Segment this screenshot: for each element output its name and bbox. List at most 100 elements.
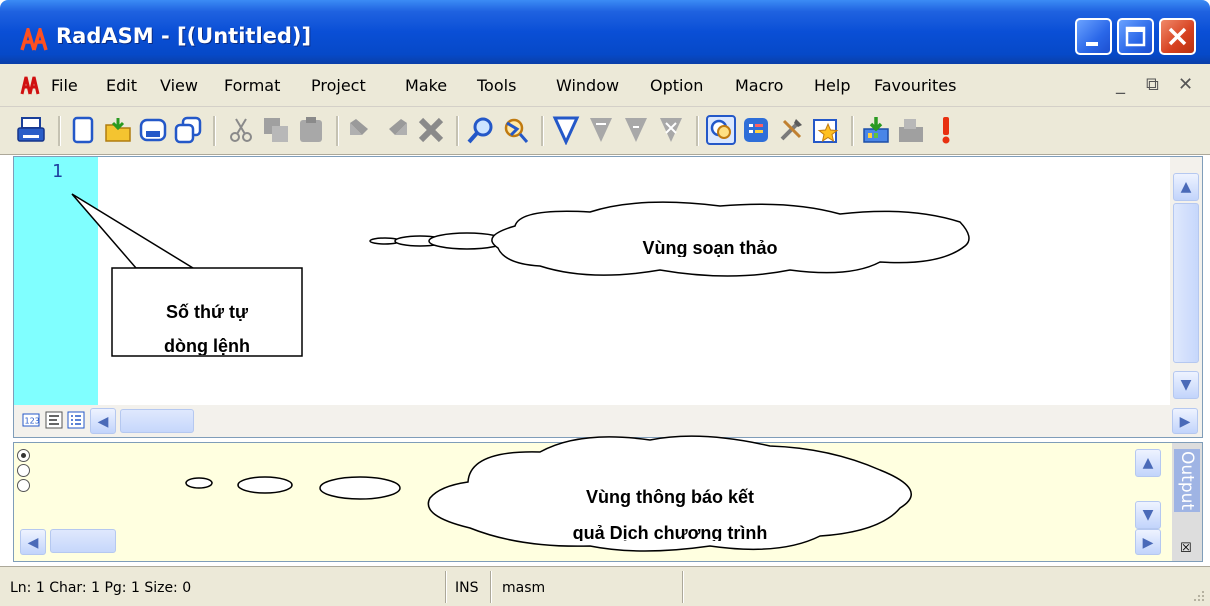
cut-icon[interactable] — [226, 115, 256, 145]
output-radio-1[interactable] — [17, 449, 30, 462]
status-divider — [682, 571, 684, 603]
line-number-gutter: 1 — [14, 157, 98, 405]
toolbar-separator — [58, 116, 61, 146]
status-position: Ln: 1 Char: 1 Pg: 1 Size: 0 — [10, 580, 192, 596]
tools-icon[interactable] — [776, 115, 806, 145]
scroll-thumb[interactable] — [1173, 203, 1199, 363]
status-divider — [490, 571, 492, 603]
editor-callout: Vùng soạn thảo — [590, 233, 830, 257]
document-system-menu-icon[interactable] — [20, 74, 42, 96]
output-close-icon[interactable]: ☒ — [1180, 541, 1192, 556]
toolbar-separator — [696, 116, 699, 146]
horizontal-scroll-thumb[interactable] — [120, 409, 194, 433]
status-insert-mode: INS — [455, 580, 479, 596]
output-scroll-left-button[interactable]: ◀ — [20, 529, 46, 555]
scroll-down-button[interactable]: ▼ — [1173, 371, 1199, 399]
expand-all-icon[interactable] — [45, 411, 63, 429]
title-bar[interactable]: RadASM - [(Untitled)] — [0, 0, 1210, 64]
radasm-logo-icon — [20, 28, 48, 51]
output-horizontal-scroll-thumb[interactable] — [50, 529, 116, 553]
replace-icon[interactable] — [501, 115, 531, 145]
editor-horizontal-bar: 123 ◀ ▶ — [14, 405, 1202, 437]
output-options — [14, 443, 34, 531]
output-scroll-up-button[interactable]: ▲ — [1135, 449, 1161, 477]
collapse-all-icon[interactable] — [67, 411, 85, 429]
menu-make[interactable]: Make — [405, 76, 447, 95]
line-numbers-toggle-icon[interactable]: 123 — [22, 411, 40, 429]
paste-icon[interactable] — [296, 115, 326, 145]
callout-line-2: dòng lệnh — [164, 336, 250, 355]
menu-format[interactable]: Format — [224, 76, 280, 95]
mdi-restore-icon[interactable]: ⧉ — [1146, 74, 1159, 95]
open-file-icon[interactable] — [103, 115, 133, 145]
maximize-icon — [1125, 26, 1146, 47]
menu-tools[interactable]: Tools — [477, 76, 516, 95]
output-callout-line-1: Vùng thông báo kết — [586, 487, 754, 507]
window-title: RadASM - [(Untitled)] — [56, 24, 312, 48]
toolbar-separator — [336, 116, 339, 146]
menu-bar: File Edit View Format Project Make Tools… — [0, 64, 1210, 107]
copy-icon[interactable] — [261, 115, 291, 145]
save-all-icon[interactable] — [173, 115, 203, 145]
status-divider — [445, 571, 447, 603]
run-alert-icon[interactable] — [931, 115, 961, 145]
menu-edit[interactable]: Edit — [106, 76, 137, 95]
toolbar-separator — [851, 116, 854, 146]
toolbar-separator — [456, 116, 459, 146]
properties-icon[interactable] — [741, 115, 771, 145]
undo-icon[interactable] — [346, 115, 376, 145]
close-button[interactable] — [1159, 18, 1196, 55]
output-scroll-down-button[interactable]: ▼ — [1135, 501, 1161, 529]
mdi-minimize-icon[interactable]: _ — [1116, 74, 1125, 95]
minimize-icon — [1086, 42, 1098, 46]
output-tab[interactable]: Output ☒ — [1172, 443, 1202, 561]
bookmark-toggle-icon[interactable] — [551, 115, 581, 145]
scroll-right-button[interactable]: ▶ — [1172, 408, 1198, 434]
menu-project[interactable]: Project — [311, 76, 366, 95]
toolbar-separator — [541, 116, 544, 146]
assemble-icon[interactable] — [896, 115, 926, 145]
print-icon[interactable] — [16, 115, 46, 145]
project-browser-icon[interactable] — [706, 115, 736, 145]
toolbar — [0, 107, 1210, 155]
bookmark-previous-icon[interactable] — [621, 115, 651, 145]
menu-macro[interactable]: Macro — [735, 76, 783, 95]
build-icon[interactable] — [861, 115, 891, 145]
output-radio-3[interactable] — [17, 479, 30, 492]
scroll-left-button[interactable]: ◀ — [90, 408, 116, 434]
output-radio-2[interactable] — [17, 464, 30, 477]
resize-grip-icon[interactable] — [1190, 587, 1206, 603]
bookmark-clear-icon[interactable] — [656, 115, 686, 145]
menu-option[interactable]: Option — [650, 76, 703, 95]
favourites-icon[interactable] — [811, 115, 841, 145]
line-number: 1 — [52, 161, 63, 182]
editor-vertical-scrollbar[interactable]: ▲ ▼ — [1170, 157, 1202, 405]
status-bar: Ln: 1 Char: 1 Pg: 1 Size: 0 INS masm — [0, 566, 1210, 606]
new-file-icon[interactable] — [68, 115, 98, 145]
bookmark-next-icon[interactable] — [586, 115, 616, 145]
minimize-button[interactable] — [1075, 18, 1112, 55]
menu-view[interactable]: View — [160, 76, 198, 95]
find-icon[interactable] — [466, 115, 496, 145]
menu-help[interactable]: Help — [814, 76, 850, 95]
menu-window[interactable]: Window — [556, 76, 619, 95]
mdi-close-icon[interactable]: ✕ — [1178, 74, 1193, 95]
status-assembler: masm — [502, 580, 546, 596]
save-file-icon[interactable] — [138, 115, 168, 145]
delete-icon[interactable] — [416, 115, 446, 145]
output-callout: Vùng thông báo kết quả Dịch chương trình — [520, 477, 820, 541]
menu-favourites[interactable]: Favourites — [874, 76, 956, 95]
output-tab-label: Output — [1174, 449, 1200, 513]
toolbar-separator — [213, 116, 216, 146]
line-number-callout: Số thứ tự dòng lệnh — [113, 295, 301, 355]
callout-line-1: Số thứ tự — [165, 302, 249, 322]
redo-icon[interactable] — [381, 115, 411, 145]
output-scroll-right-button[interactable]: ▶ — [1135, 529, 1161, 555]
scroll-up-button[interactable]: ▲ — [1173, 173, 1199, 201]
maximize-button[interactable] — [1117, 18, 1154, 55]
close-icon — [1168, 27, 1187, 46]
svg-text:123: 123 — [25, 417, 40, 426]
output-callout-line-2: quả Dịch chương trình — [572, 523, 768, 541]
menu-file[interactable]: File — [51, 76, 78, 95]
editor-callout-label: Vùng soạn thảo — [642, 238, 778, 257]
